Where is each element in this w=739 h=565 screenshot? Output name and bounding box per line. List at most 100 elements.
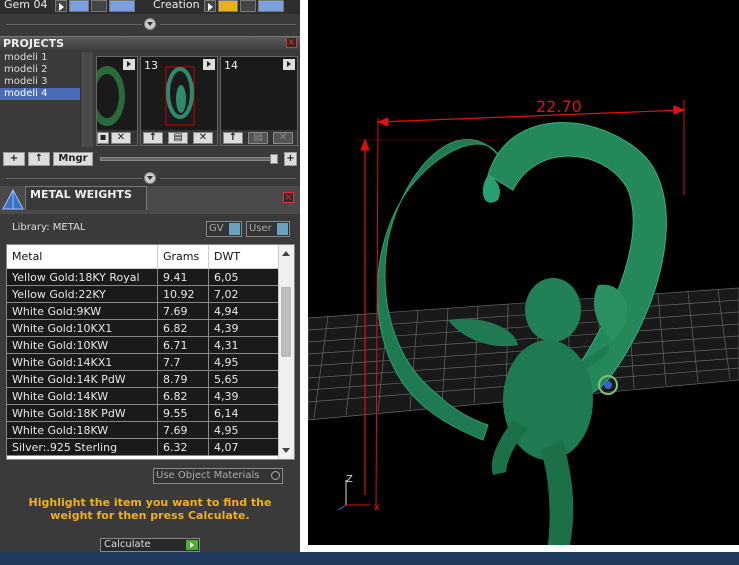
creation-play-button[interactable] (204, 0, 216, 12)
grams-cell: 10.92 (157, 285, 209, 303)
table-scrollbar[interactable] (278, 245, 294, 459)
metal-cell: White Gold:10KW (7, 336, 158, 354)
delete-icon[interactable]: ✕ (193, 132, 213, 144)
dwt-cell: 4,39 (208, 319, 279, 337)
creation-label: Creation (153, 0, 200, 11)
projects-title: PROJECTS (3, 37, 64, 50)
creation-color-button[interactable] (218, 0, 238, 12)
dwt-cell: 5,65 (208, 370, 279, 388)
divider (6, 178, 142, 179)
table-row[interactable]: White Gold:18KW 7.69 4,95 (7, 421, 279, 439)
column-header-dwt[interactable]: DWT (208, 245, 279, 269)
table-row[interactable]: White Gold:10KX1 6.82 4,39 (7, 319, 279, 337)
creation-visible-toggle[interactable] (258, 0, 284, 12)
calculate-button[interactable]: Calculate (100, 538, 200, 552)
dwt-cell: 4,39 (208, 387, 279, 405)
table-row[interactable]: Yellow Gold:18KY Royal 9.41 6,05 (7, 268, 279, 286)
dwt-cell: 4,94 (208, 302, 279, 320)
viewport-frame: 22.70 Z x (300, 0, 739, 552)
project-item-selected[interactable]: modeli 4 (0, 88, 80, 100)
gem-color-button[interactable] (69, 0, 89, 12)
column-header-metal[interactable]: Metal (7, 245, 158, 269)
table-row[interactable]: Silver:.925 Sterling 6.32 4,07 (7, 438, 279, 456)
move-up-icon[interactable]: ↑ (223, 132, 243, 144)
projects-header: PROJECTS (0, 36, 300, 50)
metal-weights-table: Metal Grams DWT Yellow Gold:18KY Royal 9.… (6, 244, 295, 460)
close-icon[interactable]: × (286, 37, 297, 48)
metal-cell: Silver:.925 Sterling (7, 438, 158, 456)
table-row[interactable]: White Gold:9KW 7.69 4,94 (7, 302, 279, 320)
thumbnail-number: 14 (224, 59, 238, 72)
grams-cell: 7.69 (157, 421, 209, 439)
gem-visible-toggle[interactable] (109, 0, 135, 12)
delete-icon[interactable]: ✕ (273, 132, 293, 144)
gv-toggle[interactable]: GV (206, 221, 242, 237)
delete-icon[interactable]: ✕ (111, 132, 131, 144)
viewport-canvas: 22.70 Z x (308, 97, 739, 545)
add-project-button[interactable]: + (3, 152, 25, 166)
grams-cell: 7.7 (157, 353, 209, 371)
table-row[interactable]: White Gold:10KW 6.71 4,31 (7, 336, 279, 354)
table-row[interactable]: White Gold:14KW 6.82 4,39 (7, 387, 279, 405)
grams-cell: 9.55 (157, 404, 209, 422)
table-row[interactable]: White Gold:14K PdW 8.79 5,65 (7, 370, 279, 388)
dimension-label: 22.70 (536, 97, 582, 116)
project-list-scrollbar[interactable] (82, 52, 93, 147)
pyramid-icon (2, 188, 24, 210)
project-thumbnail[interactable]: ▪ ✕ (96, 56, 138, 146)
project-item[interactable]: modeli 3 (0, 76, 80, 88)
collapse-chevron-icon[interactable] (144, 18, 156, 30)
thumbnail-menu-icon[interactable] (123, 59, 135, 70)
move-up-button[interactable]: ↑ (28, 152, 50, 166)
metal-weights-header: METAL WEIGHTS × (0, 186, 300, 214)
project-item[interactable]: modeli 2 (0, 64, 80, 76)
globe-thumbnail-icon (97, 66, 125, 126)
column-header-grams[interactable]: Grams (157, 245, 209, 269)
table-row[interactable]: Yellow Gold:22KY 10.92 7,02 (7, 285, 279, 303)
top-toolbar: Gem 04 Creation (0, 0, 300, 14)
close-icon[interactable]: × (283, 192, 294, 203)
play-icon[interactable] (186, 540, 198, 550)
save-icon[interactable]: ▤ (168, 132, 188, 144)
thumbnail-size-slider[interactable] (100, 157, 278, 161)
user-toggle[interactable]: User (246, 221, 290, 237)
metal-cell: Yellow Gold:22KY (7, 285, 158, 303)
lock-icon[interactable] (240, 0, 256, 12)
table-row[interactable]: White Gold:14KX1 7.7 4,95 (7, 353, 279, 371)
metal-cell: White Gold:18K PdW (7, 404, 158, 422)
divider (160, 178, 296, 179)
radio-icon[interactable] (271, 471, 280, 480)
divider (160, 24, 296, 25)
metal-cell: Yellow Gold:18KY Royal (7, 268, 158, 286)
project-item[interactable]: modeli 1 (0, 52, 80, 64)
grams-cell: 7.69 (157, 302, 209, 320)
project-thumbnail[interactable]: 13 ↑ ▤ ✕ (140, 56, 218, 146)
slider-thumb[interactable] (270, 154, 278, 164)
table-row[interactable]: White Gold:18K PdW 9.55 6,14 (7, 404, 279, 422)
3d-viewport[interactable]: 22.70 Z x (308, 0, 739, 545)
thumbnail-menu-icon[interactable] (283, 59, 295, 70)
project-thumbnail[interactable]: 14 ↑ ▤ ✕ (220, 56, 298, 146)
move-up-icon[interactable]: ↑ (143, 132, 163, 144)
metal-cell: White Gold:18KW (7, 421, 158, 439)
taskbar (0, 552, 739, 565)
metal-weights-title: METAL WEIGHTS (30, 188, 132, 201)
dwt-cell: 4,07 (208, 438, 279, 456)
save-icon[interactable]: ▤ (248, 132, 268, 144)
collapse-chevron-icon[interactable] (144, 172, 156, 184)
thumbnail-menu-icon[interactable] (203, 59, 215, 70)
dwt-cell: 4,95 (208, 353, 279, 371)
lock-icon[interactable] (91, 0, 107, 12)
gem-play-button[interactable] (55, 0, 67, 12)
metal-cell: White Gold:14K PdW (7, 370, 158, 388)
gv-label: GV (209, 223, 224, 234)
manager-button[interactable]: Mngr (53, 152, 93, 166)
scroll-up-icon[interactable] (282, 251, 290, 256)
scroll-thumb[interactable] (281, 287, 291, 357)
grams-cell: 8.79 (157, 370, 209, 388)
scroll-down-icon[interactable] (282, 448, 290, 453)
save-icon[interactable]: ▪ (97, 132, 109, 144)
use-object-materials-option[interactable]: Use Object Materials (153, 468, 283, 484)
dwt-cell: 6,05 (208, 268, 279, 286)
zoom-plus-button[interactable]: + (284, 152, 297, 166)
